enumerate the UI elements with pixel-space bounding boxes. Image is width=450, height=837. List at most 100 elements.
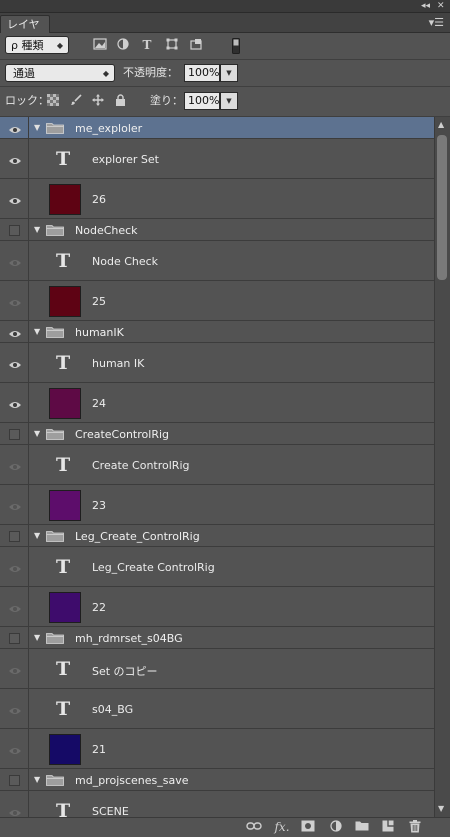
expand-triangle-icon[interactable]: ▼ bbox=[34, 225, 40, 234]
layer-style-fx-icon[interactable]: fx. bbox=[274, 820, 290, 834]
layer-row[interactable]: T Node Check bbox=[0, 241, 434, 281]
layer-name: 26 bbox=[92, 192, 106, 206]
visibility-toggle[interactable] bbox=[0, 139, 29, 178]
layer-group-row[interactable]: ▼ Leg_Create_ControlRig bbox=[0, 525, 434, 547]
layer-group-name: me_exploler bbox=[75, 121, 143, 135]
layer-thumbnail bbox=[49, 387, 81, 419]
pixel-layer-filter-icon[interactable] bbox=[93, 38, 107, 52]
link-layers-icon[interactable] bbox=[246, 820, 262, 834]
layer-group-row[interactable]: ▼ humanIK bbox=[0, 321, 434, 343]
visibility-toggle[interactable] bbox=[0, 649, 29, 688]
layer-name: 23 bbox=[92, 498, 106, 512]
visibility-toggle[interactable] bbox=[0, 241, 29, 280]
eye-icon bbox=[8, 807, 22, 816]
text-layer-icon: T bbox=[56, 698, 71, 720]
expand-triangle-icon[interactable]: ▼ bbox=[34, 429, 40, 438]
layer-name: 22 bbox=[92, 600, 106, 614]
scroll-up-arrow-icon[interactable]: ▲ bbox=[438, 120, 444, 129]
filter-kind-label: ρ 種類 bbox=[11, 39, 44, 52]
eye-icon bbox=[8, 124, 22, 133]
expand-triangle-icon[interactable]: ▼ bbox=[34, 531, 40, 540]
layer-row[interactable]: 26 bbox=[0, 179, 434, 219]
layer-thumbnail bbox=[49, 733, 81, 765]
visibility-toggle[interactable] bbox=[0, 689, 29, 728]
fill-input[interactable]: 100% bbox=[184, 92, 220, 110]
visibility-toggle[interactable] bbox=[0, 769, 29, 790]
eye-icon bbox=[8, 461, 22, 470]
layer-group-name: humanIK bbox=[75, 325, 124, 339]
scroll-down-arrow-icon[interactable]: ▼ bbox=[438, 804, 444, 813]
visibility-toggle[interactable] bbox=[0, 587, 29, 626]
layer-group-row[interactable]: ▼ mh_rdmrset_s04BG bbox=[0, 627, 434, 649]
lock-transparency-icon[interactable] bbox=[46, 94, 60, 108]
visibility-toggle[interactable] bbox=[0, 179, 29, 218]
new-adjustment-layer-icon[interactable] bbox=[328, 820, 344, 834]
smart-object-filter-icon[interactable] bbox=[189, 38, 203, 52]
visibility-toggle[interactable] bbox=[0, 281, 29, 320]
layer-group-row[interactable]: ▼ CreateControlRig bbox=[0, 423, 434, 445]
layer-group-row[interactable]: ▼ me_exploler bbox=[0, 117, 434, 139]
visibility-toggle[interactable] bbox=[0, 627, 29, 648]
panel-menu-icon[interactable]: ▾☰ bbox=[429, 16, 444, 29]
visibility-toggle[interactable] bbox=[0, 219, 29, 240]
tab-layers[interactable]: レイヤー bbox=[0, 15, 50, 48]
lock-all-icon[interactable] bbox=[113, 94, 127, 108]
layer-row[interactable]: Thuman IK bbox=[0, 343, 434, 383]
expand-triangle-icon[interactable]: ▼ bbox=[34, 123, 40, 132]
text-layer-icon: T bbox=[56, 556, 71, 578]
delete-layer-trash-icon[interactable] bbox=[407, 820, 423, 834]
layer-row[interactable]: 22 bbox=[0, 587, 434, 627]
expand-triangle-icon[interactable]: ▼ bbox=[34, 775, 40, 784]
type-filter-icon[interactable]: T bbox=[140, 38, 154, 52]
visibility-toggle[interactable] bbox=[0, 729, 29, 768]
visibility-toggle[interactable] bbox=[0, 117, 29, 138]
visibility-toggle[interactable] bbox=[0, 445, 29, 484]
fill-dropdown-button[interactable]: ▼ bbox=[220, 92, 238, 110]
layer-row[interactable]: Ts04_BG bbox=[0, 689, 434, 729]
layers-scrollbar[interactable]: ▲ ▼ bbox=[434, 117, 450, 817]
layer-row[interactable]: T Create ControlRig bbox=[0, 445, 434, 485]
chevron-down-icon: ▼ bbox=[226, 97, 232, 105]
lock-position-move-icon[interactable] bbox=[91, 94, 105, 108]
opacity-dropdown-button[interactable]: ▼ bbox=[220, 64, 238, 82]
adjustment-filter-icon[interactable] bbox=[116, 38, 130, 52]
layer-row[interactable]: T SCENE bbox=[0, 791, 434, 817]
expand-triangle-icon[interactable]: ▼ bbox=[34, 327, 40, 336]
new-layer-icon[interactable] bbox=[380, 820, 396, 834]
new-group-folder-icon[interactable] bbox=[354, 820, 370, 834]
layers-bottom-toolbar: fx. bbox=[0, 817, 450, 837]
visibility-toggle[interactable] bbox=[0, 525, 29, 546]
visibility-toggle[interactable] bbox=[0, 321, 29, 342]
layer-row[interactable]: Texplorer Set bbox=[0, 139, 434, 179]
visibility-toggle[interactable] bbox=[0, 423, 29, 444]
layer-group-row[interactable]: ▼ md_projscenes_save bbox=[0, 769, 434, 791]
visibility-toggle[interactable] bbox=[0, 791, 29, 817]
opacity-input[interactable]: 100% bbox=[184, 64, 220, 82]
eye-icon bbox=[8, 257, 22, 266]
visibility-off-box-icon bbox=[9, 428, 20, 440]
layer-row[interactable]: 23 bbox=[0, 485, 434, 525]
filter-toggle-switch-icon[interactable] bbox=[229, 38, 243, 54]
layer-row[interactable]: 21 bbox=[0, 729, 434, 769]
shape-filter-icon[interactable] bbox=[165, 38, 179, 52]
folder-icon bbox=[46, 774, 64, 786]
visibility-toggle[interactable] bbox=[0, 383, 29, 422]
visibility-toggle[interactable] bbox=[0, 343, 29, 382]
visibility-toggle[interactable] bbox=[0, 547, 29, 586]
scrollbar-thumb[interactable] bbox=[437, 135, 447, 280]
collapse-icon[interactable]: ◂◂ bbox=[421, 0, 430, 12]
expand-triangle-icon[interactable]: ▼ bbox=[34, 633, 40, 642]
add-mask-icon[interactable] bbox=[300, 820, 316, 834]
layer-row[interactable]: T Leg_Create ControlRig bbox=[0, 547, 434, 587]
layers-list[interactable]: ▼ me_exploler Texplorer Set 26 ▼ NodeCheck T No… bbox=[0, 117, 434, 817]
close-icon[interactable]: ✕ bbox=[437, 0, 445, 12]
layer-row[interactable]: 24 bbox=[0, 383, 434, 423]
layer-row[interactable]: T Set のコピー bbox=[0, 649, 434, 689]
layer-group-row[interactable]: ▼ NodeCheck bbox=[0, 219, 434, 241]
blend-mode-select[interactable]: 通過 ◆ bbox=[5, 64, 115, 82]
filter-kind-select[interactable]: ρ 種類 ◆ bbox=[5, 36, 69, 54]
lock-paint-brush-icon[interactable] bbox=[69, 94, 83, 108]
layer-name: Leg_Create ControlRig bbox=[92, 560, 215, 574]
visibility-toggle[interactable] bbox=[0, 485, 29, 524]
layer-row[interactable]: 25 bbox=[0, 281, 434, 321]
